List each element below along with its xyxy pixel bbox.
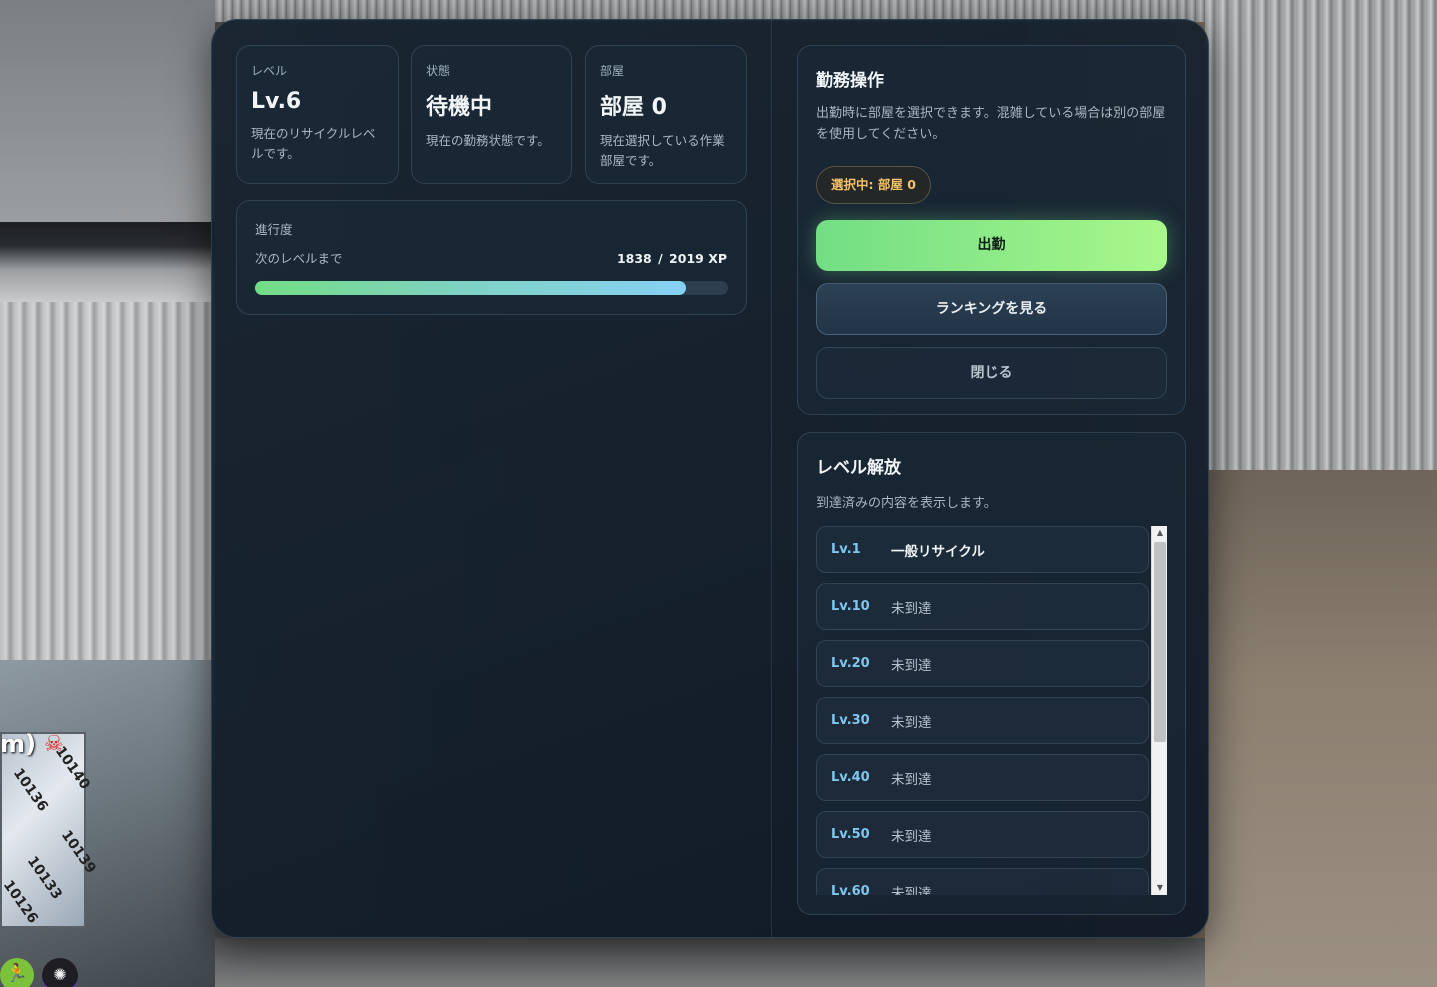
work-operations-title: 勤務操作	[816, 71, 884, 91]
room-description: 現在選択している作業部屋です。	[600, 133, 725, 168]
clock-in-button[interactable]: 出勤	[816, 219, 1167, 271]
xp-current: 1838	[616, 251, 652, 266]
unlock-row: Lv.10 未到達	[816, 583, 1149, 630]
unlock-text: 未到達	[891, 828, 932, 845]
status-value: 待機中	[426, 95, 493, 120]
status-label: 状態	[426, 64, 451, 78]
level-unlocks-title: レベル解放	[816, 458, 901, 478]
status-column: レベル Lv.6 現在のリサイクルレベルです。 状態 待機中 現在の勤務状態です…	[212, 20, 772, 937]
level-label: レベル	[251, 64, 288, 78]
unlock-row: Lv.50 未到達	[816, 811, 1149, 858]
unlock-row: Lv.1 一般リサイクル	[816, 526, 1149, 573]
room-label: 部屋	[600, 64, 625, 78]
background-wall-left	[0, 0, 215, 987]
unlock-list[interactable]: Lv.1 一般リサイクル Lv.10 未到達 Lv.20 未到達 Lv.30 未…	[816, 526, 1167, 895]
scroll-down-arrow-icon[interactable]: ▼	[1152, 881, 1167, 895]
progress-row: 次のレベルまで 1838 / 2019 XP	[255, 248, 728, 267]
unlock-row: Lv.30 未到達	[816, 697, 1149, 744]
minimap: 10140 10136 10139 10133 10126	[0, 732, 99, 928]
work-operations-description: 出勤時に部屋を選択できます。混雑している場合は別の部屋を使用してください。	[816, 106, 1166, 143]
xp-max: 2019 XP	[669, 251, 727, 266]
map-label: 10136	[9, 765, 51, 815]
skull-icon: ☠	[44, 732, 64, 757]
unlock-text: 未到達	[891, 657, 932, 674]
unlock-list-scrollbar[interactable]: ▲ ▼	[1151, 526, 1167, 895]
status-description: 現在の勤務状態です。	[426, 133, 550, 148]
unlock-level: Lv.30	[831, 713, 870, 728]
unlock-level: Lv.10	[831, 599, 870, 614]
brain-icon: ✺	[42, 958, 78, 987]
map-label: 10133	[23, 853, 65, 903]
level-value: Lv.6	[251, 89, 302, 114]
room-value: 部屋 0	[600, 95, 667, 120]
unlock-row: Lv.20 未到達	[816, 640, 1149, 687]
background-floor-right	[1205, 470, 1437, 987]
unlock-row: Lv.60 未到達	[816, 868, 1149, 895]
actions-column: 勤務操作 出勤時に部屋を選択できます。混雑している場合は別の部屋を使用してくださ…	[773, 20, 1208, 937]
unlock-text: 未到達	[891, 714, 932, 731]
background-wall-top	[0, 0, 215, 222]
background-wall-right	[1205, 0, 1437, 987]
level-unlocks-card: レベル解放 到達済みの内容を表示します。 Lv.1 一般リサイクル Lv.10 …	[797, 432, 1186, 915]
running-icon: 🏃	[0, 958, 34, 987]
unlock-text: 一般リサイクル	[891, 543, 985, 560]
background-table	[0, 660, 215, 987]
unlock-level: Lv.50	[831, 827, 870, 842]
scrollbar-thumb[interactable]	[1154, 542, 1166, 742]
level-unlocks-description: 到達済みの内容を表示します。	[816, 496, 997, 511]
view-ranking-button[interactable]: ランキングを見る	[816, 282, 1167, 335]
progress-label: 進行度	[255, 222, 293, 237]
unlock-text: 未到達	[891, 771, 932, 788]
progress-bar-fill	[255, 281, 686, 295]
work-operations-card: 勤務操作 出勤時に部屋を選択できます。混雑している場合は別の部屋を使用してくださ…	[797, 45, 1186, 415]
progress-subtitle: 次のレベルまで	[255, 251, 343, 266]
background-beam	[0, 222, 215, 302]
unlock-level: Lv.20	[831, 656, 870, 671]
unlock-text: 未到達	[891, 600, 932, 617]
progress-card: 進行度 次のレベルまで 1838 / 2019 XP	[236, 200, 747, 315]
selected-room-chip: 選択中: 部屋 0	[816, 165, 931, 204]
level-description: 現在のリサイクルレベルです。	[251, 126, 376, 161]
unlock-level: Lv.1	[831, 542, 861, 557]
background-floor-mid	[215, 938, 1205, 987]
progress-bar	[255, 281, 728, 295]
xp-separator: /	[658, 251, 663, 266]
room-card: 部屋 部屋 0 現在選択している作業部屋です。	[585, 45, 747, 184]
recycle-panel: レベル Lv.6 現在のリサイクルレベルです。 状態 待機中 現在の勤務状態です…	[211, 19, 1209, 938]
unlock-text: 未到達	[891, 885, 932, 896]
status-card: 状態 待機中 現在の勤務状態です。	[411, 45, 572, 184]
level-card: レベル Lv.6 現在のリサイクルレベルです。	[236, 45, 399, 184]
scroll-up-arrow-icon[interactable]: ▲	[1152, 526, 1167, 540]
map-label: 10126	[0, 877, 41, 927]
unlock-level: Lv.40	[831, 770, 870, 785]
unlock-level: Lv.60	[831, 884, 870, 895]
map-label: 10139	[57, 827, 99, 877]
xp-readout: 1838 / 2019 XP	[616, 251, 728, 266]
close-button[interactable]: 閉じる	[816, 346, 1167, 399]
unlock-row: Lv.40 未到達	[816, 754, 1149, 801]
overhead-player-text: m)	[0, 730, 36, 758]
